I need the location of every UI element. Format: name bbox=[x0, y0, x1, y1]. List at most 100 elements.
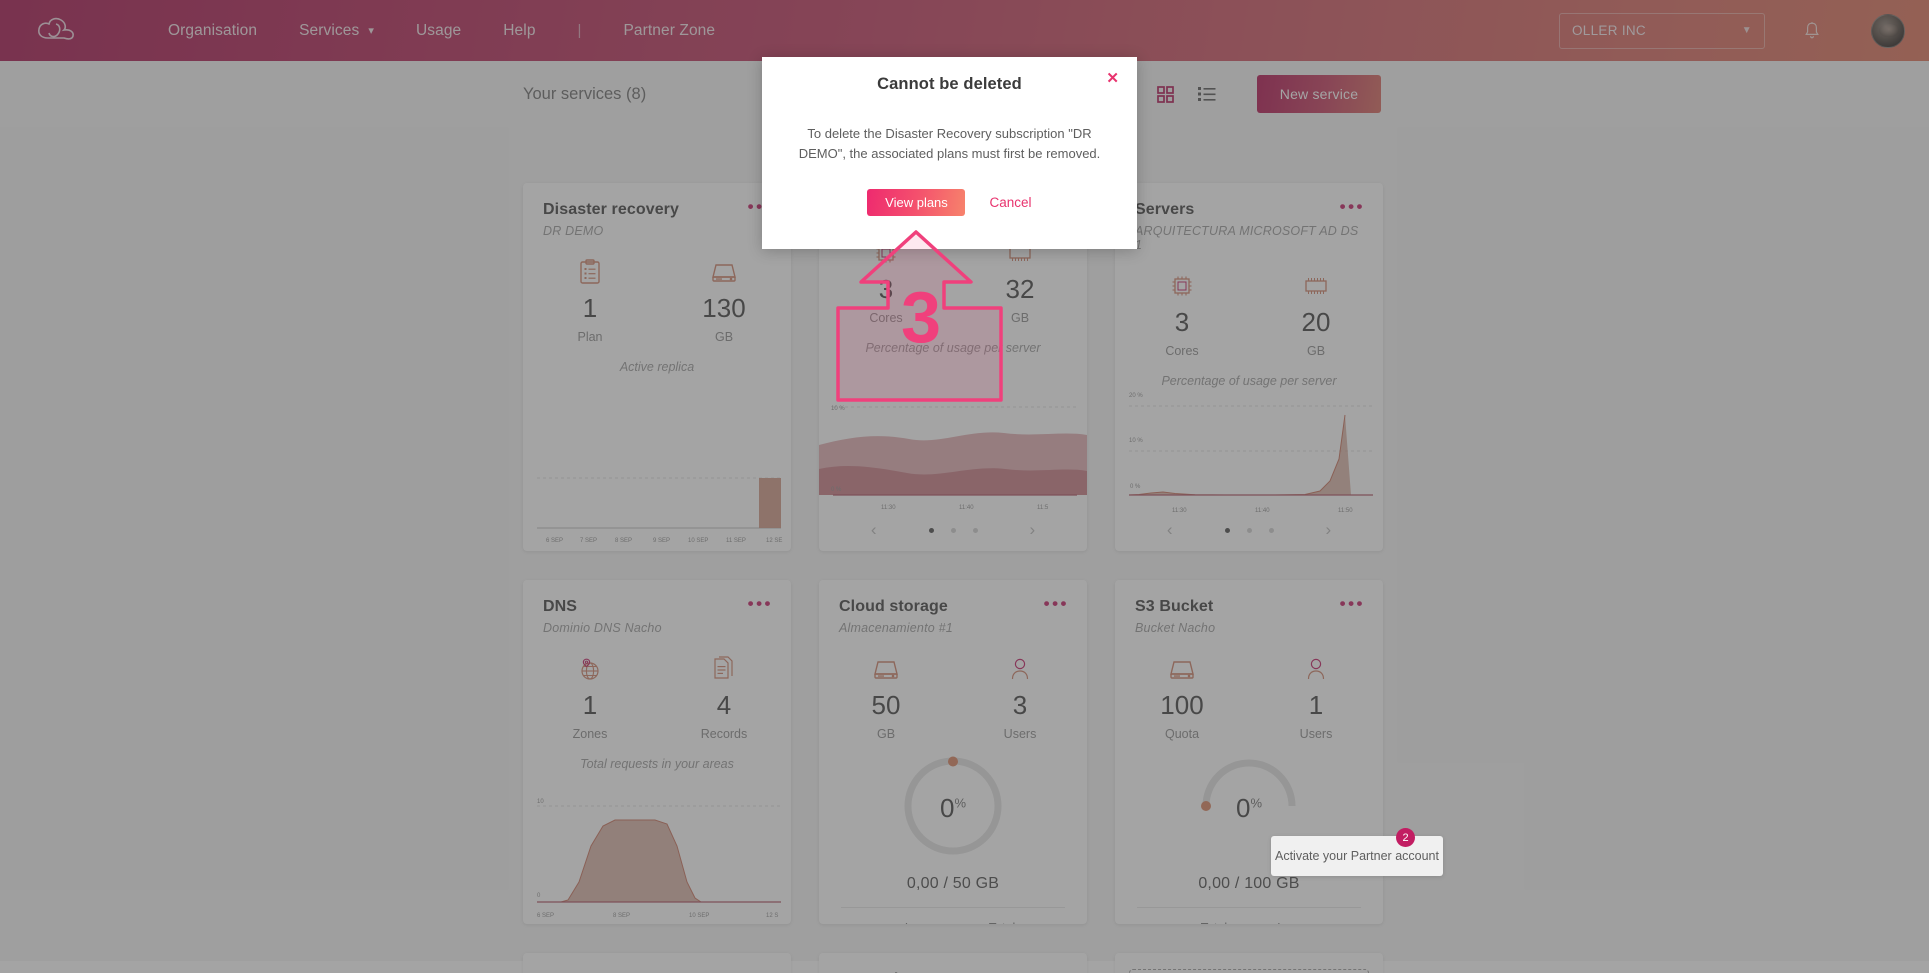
svg-text:11:30: 11:30 bbox=[881, 505, 896, 511]
card-note: Percentage of usage per server bbox=[865, 341, 1041, 355]
stat-cores: 3 Cores bbox=[1143, 272, 1221, 358]
stat-label: GB bbox=[714, 330, 734, 344]
carousel-dot[interactable] bbox=[950, 527, 956, 533]
view-toggle-group bbox=[1155, 84, 1217, 104]
stat-value: 3 bbox=[878, 274, 894, 304]
card-header: Disaster recovery DR DEMO ••• bbox=[523, 183, 791, 238]
more-options-icon[interactable]: ••• bbox=[1340, 198, 1365, 215]
stat-value: 3 bbox=[1174, 307, 1190, 337]
card-title: Cloud storage bbox=[839, 598, 948, 615]
view-plans-button[interactable]: View plans bbox=[867, 189, 966, 216]
gauge-value-text: 0% bbox=[819, 793, 1087, 824]
card-header: Servers ARQUITECTURA MICROSOFT AD DS 1 •… bbox=[1115, 183, 1383, 252]
list-view-icon[interactable] bbox=[1197, 84, 1217, 104]
status-badge: 2 bbox=[1396, 828, 1415, 847]
carousel-dot[interactable] bbox=[928, 527, 934, 533]
nav-item-organisation[interactable]: Organisation bbox=[168, 16, 257, 46]
service-card-disaster-recovery[interactable]: Disaster recovery DR DEMO ••• 1 Plan 130… bbox=[523, 183, 791, 551]
stat-plan: 1 Plan bbox=[551, 258, 629, 344]
svg-text:10 SEP: 10 SEP bbox=[688, 538, 708, 544]
chevron-right-icon[interactable]: › bbox=[1316, 520, 1342, 540]
chart-legend: In use Total bbox=[819, 921, 1087, 924]
more-options-icon[interactable]: ••• bbox=[748, 595, 773, 612]
service-card-dns-bottom[interactable]: DNS ••• bbox=[523, 953, 791, 973]
card-stats: 100 Quota 1 Users bbox=[1115, 655, 1383, 741]
carousel-dot[interactable] bbox=[1224, 527, 1230, 533]
svg-text:8 SEP: 8 SEP bbox=[613, 913, 630, 919]
svg-text:10: 10 bbox=[537, 799, 544, 805]
card-carousel: ‹ › bbox=[1115, 520, 1383, 540]
cloud-logo-icon[interactable] bbox=[30, 11, 86, 51]
storage-drive-icon bbox=[685, 258, 763, 286]
card-stats: 1 Plan 130 GB bbox=[523, 258, 791, 344]
close-icon[interactable]: ✕ bbox=[1106, 71, 1119, 86]
stat-label: Records bbox=[700, 727, 748, 741]
storage-drive-icon bbox=[847, 655, 925, 683]
card-carousel: ‹ › bbox=[819, 520, 1087, 540]
stat-label: GB bbox=[876, 727, 896, 741]
app-root: Organisation Services Usage Help | Partn… bbox=[0, 0, 1929, 973]
legend-item-total[interactable]: Total bbox=[1187, 921, 1227, 924]
svg-text:0 %: 0 % bbox=[831, 487, 842, 493]
card-header: S3 Bucket Bucket Nacho ••• bbox=[1115, 580, 1383, 635]
card-subtitle: ARQUITECTURA MICROSOFT AD DS 1 bbox=[1135, 224, 1359, 252]
user-icon bbox=[1277, 655, 1355, 683]
svg-text:7 SEP: 7 SEP bbox=[580, 538, 597, 544]
dns-globe-icon bbox=[551, 655, 629, 683]
new-service-button[interactable]: New service bbox=[1257, 75, 1381, 113]
notification-bell-icon[interactable] bbox=[1799, 18, 1825, 44]
chevron-down-icon: ▼ bbox=[1741, 25, 1752, 36]
services-row-3: DNS ••• S3 Bucket ••• bbox=[523, 953, 1383, 973]
legend-item-in-use[interactable]: In use bbox=[1263, 921, 1311, 924]
service-card-s3-bottom[interactable]: S3 Bucket ••• bbox=[819, 953, 1087, 973]
services-row-2: DNS Dominio DNS Nacho ••• 1 Zones 4 Reco… bbox=[523, 580, 1383, 924]
legend-label: Total bbox=[1201, 921, 1227, 924]
chevron-left-icon[interactable]: ‹ bbox=[1157, 520, 1183, 540]
service-card-servers-right[interactable]: Servers ARQUITECTURA MICROSOFT AD DS 1 •… bbox=[1115, 183, 1383, 551]
chevron-right-icon[interactable]: › bbox=[1020, 520, 1046, 540]
nav-item-usage[interactable]: Usage bbox=[416, 16, 461, 46]
header-right-group: OLLER INC ▼ bbox=[1559, 12, 1905, 49]
partner-account-toast[interactable]: Activate your Partner account bbox=[1271, 836, 1443, 876]
gauge-unit: % bbox=[1250, 795, 1263, 811]
nav-item-services[interactable]: Services bbox=[299, 16, 374, 46]
grid-view-icon[interactable] bbox=[1155, 84, 1175, 104]
stat-label: Users bbox=[1299, 727, 1333, 741]
add-service-placeholder-card[interactable] bbox=[1115, 953, 1383, 973]
svg-text:0: 0 bbox=[537, 893, 541, 899]
svg-text:11:40: 11:40 bbox=[1255, 508, 1270, 514]
stat-users: 1 Users bbox=[1277, 655, 1355, 741]
cannot-be-deleted-dialog: ✕ Cannot be deleted To delete the Disast… bbox=[762, 57, 1137, 249]
chart-legend: Total In use bbox=[1115, 921, 1383, 924]
nav-item-partner-zone[interactable]: Partner Zone bbox=[623, 16, 715, 46]
more-options-icon[interactable]: ••• bbox=[1044, 595, 1069, 612]
legend-item-total[interactable]: Total bbox=[975, 921, 1015, 924]
carousel-dot[interactable] bbox=[972, 527, 978, 533]
stat-label: GB bbox=[1306, 344, 1326, 358]
stat-label: Cores bbox=[1165, 344, 1199, 358]
organisation-selector[interactable]: OLLER INC ▼ bbox=[1559, 12, 1765, 49]
services-grid: Disaster recovery DR DEMO ••• 1 Plan 130… bbox=[523, 183, 1383, 973]
plan-clipboard-icon bbox=[551, 258, 629, 286]
svg-text:11 SEP: 11 SEP bbox=[726, 538, 746, 544]
stat-label: Plan bbox=[577, 330, 603, 344]
chevron-left-icon[interactable]: ‹ bbox=[861, 520, 887, 540]
stat-value: 3 bbox=[1012, 690, 1028, 720]
avatar[interactable] bbox=[1871, 13, 1905, 48]
nav-item-help[interactable]: Help bbox=[503, 16, 535, 46]
svg-text:10 %: 10 % bbox=[831, 406, 845, 412]
service-card-cloud-storage[interactable]: Cloud storage Almacenamiento #1 ••• 50 G… bbox=[819, 580, 1087, 924]
card-header: Cloud storage Almacenamiento #1 ••• bbox=[819, 580, 1087, 635]
service-card-dns[interactable]: DNS Dominio DNS Nacho ••• 1 Zones 4 Reco… bbox=[523, 580, 791, 924]
more-options-icon[interactable]: ••• bbox=[1340, 595, 1365, 612]
dialog-actions: View plans Cancel bbox=[762, 189, 1137, 216]
carousel-dot[interactable] bbox=[1246, 527, 1252, 533]
svg-text:9 SEP: 9 SEP bbox=[653, 538, 670, 544]
gauge-value-text: 0% bbox=[1115, 793, 1383, 824]
cancel-button[interactable]: Cancel bbox=[989, 195, 1031, 210]
svg-text:11:30: 11:30 bbox=[1172, 508, 1187, 514]
legend-item-in-use[interactable]: In use bbox=[891, 921, 939, 924]
stat-value: 1 bbox=[582, 293, 598, 323]
svg-text:11:40: 11:40 bbox=[959, 505, 974, 511]
carousel-dot[interactable] bbox=[1268, 527, 1274, 533]
